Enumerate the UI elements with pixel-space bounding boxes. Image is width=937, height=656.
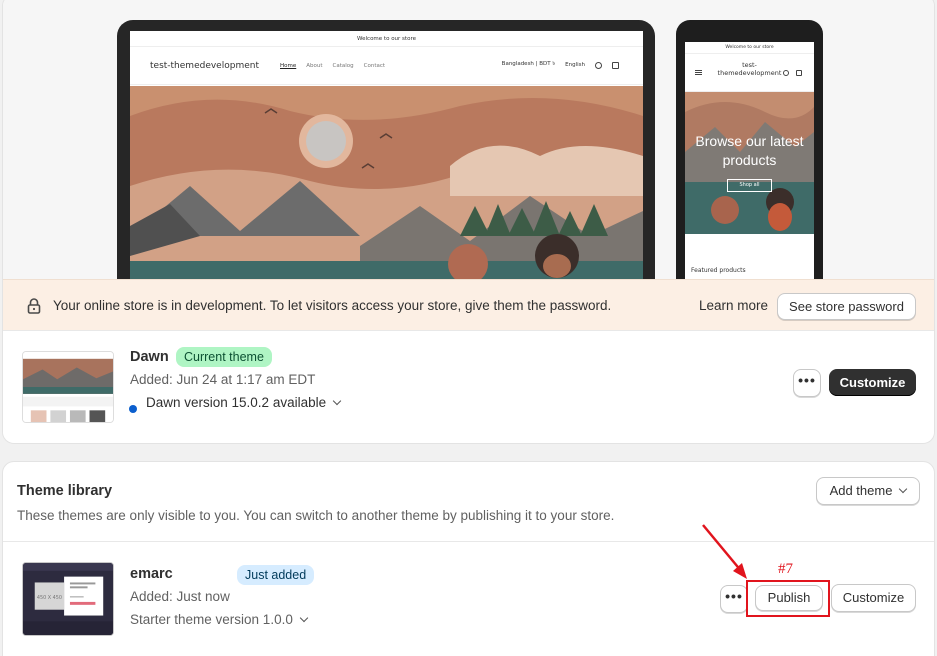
hero-illustration	[130, 86, 643, 311]
add-theme-button[interactable]: Add theme	[816, 477, 920, 505]
search-icon	[595, 61, 602, 69]
storefront-title: test-themedevelopment	[150, 60, 259, 71]
cart-icon	[612, 61, 619, 69]
featured-products-heading: Featured products	[691, 267, 746, 274]
language-selector: English	[565, 62, 585, 68]
current-theme-added: Added: Jun 24 at 1:17 am EDT	[130, 372, 316, 387]
search-icon	[783, 70, 789, 76]
add-theme-label: Add theme	[829, 483, 893, 498]
nav-catalog: Catalog	[332, 62, 354, 69]
current-theme-badge: Current theme	[176, 347, 272, 367]
library-customize-button[interactable]: Customize	[831, 584, 916, 612]
mobile-preview: Welcome to our store test-themedevelopme…	[676, 20, 823, 320]
currency-selector: Bangladesh | BDT ৳	[501, 61, 556, 67]
mobile-hero-heading: Browse our latest products	[695, 133, 804, 168]
annotation-highlight-box	[746, 580, 830, 617]
theme-library-title: Theme library	[17, 483, 113, 499]
current-theme-name: Dawn	[130, 349, 169, 365]
library-theme-name: emarc	[130, 566, 173, 582]
storefront-utilities: Bangladesh | BDT ৳ English	[502, 61, 619, 69]
more-actions-button[interactable]: •••	[793, 369, 821, 397]
nav-home: Home	[280, 62, 297, 69]
mobile-shop-all-button: Shop all	[727, 179, 772, 192]
mobile-screen: Welcome to our store test-themedevelopme…	[685, 42, 814, 312]
library-theme-version-label: Starter theme version 1.0.0	[130, 612, 293, 627]
cart-icon	[796, 70, 802, 76]
laptop-screen: Welcome to our store test-themedevelopme…	[130, 31, 643, 311]
mobile-header: test-themedevelopment	[685, 54, 814, 92]
hamburger-menu-icon	[695, 70, 702, 75]
library-theme-version-dropdown[interactable]: Starter theme version 1.0.0	[130, 612, 309, 627]
laptop-preview: Welcome to our store test-themedevelopme…	[117, 20, 655, 320]
update-available-dot	[129, 405, 137, 413]
storefront-header: test-themedevelopment Home About Catalog…	[130, 47, 643, 85]
mobile-announcement-bar: Welcome to our store	[685, 42, 814, 54]
emarc-theme-thumbnail: 450 X 450	[22, 562, 114, 636]
library-more-actions-button[interactable]: •••	[720, 585, 748, 613]
current-theme-card: Welcome to our store test-themedevelopme…	[2, 0, 935, 444]
development-banner: Your online store is in development. To …	[3, 279, 934, 331]
divider	[3, 541, 934, 542]
theme-library-card: Theme library These themes are only visi…	[2, 461, 935, 656]
chevron-down-icon	[332, 396, 342, 406]
theme-version-dropdown[interactable]: Dawn version 15.0.2 available	[146, 395, 342, 410]
storefront-nav: Home About Catalog Contact	[280, 63, 385, 69]
theme-version-label: Dawn version 15.0.2 available	[146, 395, 327, 410]
chevron-down-icon	[899, 484, 908, 494]
just-added-badge: Just added	[237, 565, 315, 585]
library-theme-added: Added: Just now	[130, 589, 230, 604]
dawn-theme-thumbnail	[22, 351, 114, 423]
svg-text:450 X 450: 450 X 450	[37, 595, 62, 601]
lock-icon	[27, 298, 41, 314]
customize-button[interactable]: Customize	[829, 369, 916, 396]
annotation-step-label: #7	[778, 561, 793, 577]
theme-library-description: These themes are only visible to you. Yo…	[17, 508, 615, 523]
mobile-store-title: test-themedevelopment	[717, 61, 782, 77]
learn-more-link[interactable]: Learn more	[699, 298, 768, 313]
current-theme-row: Dawn Current theme Added: Jun 24 at 1:17…	[3, 331, 934, 443]
chevron-down-icon	[299, 613, 309, 623]
nav-contact: Contact	[363, 62, 386, 69]
theme-preview: Welcome to our store test-themedevelopme…	[3, 0, 934, 320]
see-store-password-button[interactable]: See store password	[777, 293, 916, 320]
banner-message: Your online store is in development. To …	[53, 298, 612, 313]
nav-about: About	[306, 62, 323, 69]
announcement-bar: Welcome to our store	[130, 31, 643, 47]
